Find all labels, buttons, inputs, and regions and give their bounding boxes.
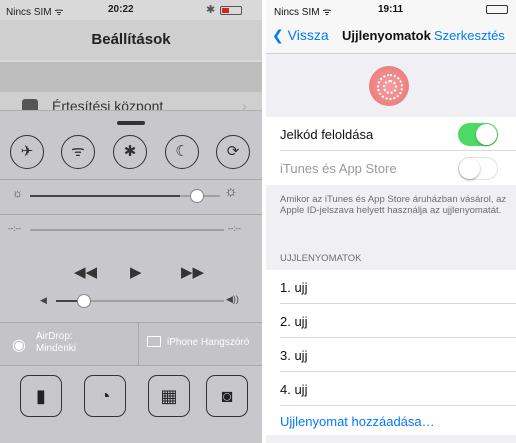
rotation-lock-icon: ⟳ [226, 143, 240, 160]
airplay-label: iPhone Hangszóró [167, 337, 250, 348]
airplay-button[interactable]: iPhone Hangszóró [138, 323, 262, 365]
passcode-unlock-label: Jelkód feloldása [280, 127, 374, 142]
moon-icon: ☾ [175, 143, 189, 160]
divider [0, 179, 262, 180]
fingerprint-icon [369, 66, 409, 106]
passcode-unlock-switch[interactable] [458, 123, 498, 146]
bluetooth-icon: ✱ [123, 143, 137, 160]
page-title: Ujjlenyomatok [342, 28, 431, 43]
finger-label: 1. ujj [280, 280, 308, 295]
section-header: UJJLENYOMATOK [280, 253, 362, 264]
play-button[interactable]: ▶ [130, 263, 142, 281]
playback-scrubber[interactable] [30, 229, 224, 231]
rotation-lock-toggle[interactable]: ⟳ [216, 135, 250, 169]
divider [0, 214, 262, 215]
camera-icon: ◙ [221, 386, 233, 406]
page-title: Beállítások [0, 20, 262, 60]
itunes-app-store-label: iTunes és App Store [280, 161, 397, 176]
carrier-label: Nincs SIM ᯤ [6, 7, 64, 18]
brightness-low-icon: ☼ [12, 186, 23, 200]
battery-icon [486, 5, 508, 14]
volume-knob[interactable] [77, 294, 91, 308]
carrier-label: Nincs SIM ᯤ [274, 7, 332, 18]
itunes-app-store-row: iTunes és App Store [266, 151, 516, 185]
list-item[interactable]: 4. ujj [266, 372, 516, 406]
flashlight-button[interactable]: ▮ [20, 375, 62, 417]
rewind-button[interactable]: ◀◀ [74, 263, 97, 281]
add-fingerprint-button[interactable]: Ujjlenyomat hozzáadása… [266, 406, 516, 436]
wifi-toggle[interactable]: ᯤ [61, 135, 95, 169]
airdrop-button[interactable]: ◉ AirDrop: Mindenki [0, 323, 138, 365]
switch-thumb [476, 124, 497, 145]
back-button[interactable]: ❮ Vissza [272, 27, 329, 44]
passcode-unlock-row: Jelkód feloldása [266, 117, 516, 151]
brightness-track-filled [30, 195, 180, 197]
finger-label: 2. ujj [280, 314, 308, 329]
remaining-time: --:-- [228, 224, 241, 233]
volume-track-empty [82, 300, 224, 302]
battery-icon [220, 6, 242, 15]
airdrop-setting: Mindenki [36, 343, 77, 354]
airplay-icon [147, 336, 161, 347]
divider [0, 365, 262, 366]
footer-note: Amikor az iTunes és App Store áruházban … [280, 194, 507, 216]
back-label: Vissza [287, 27, 329, 43]
finger-label: 3. ujj [280, 348, 308, 363]
brightness-high-icon: ☼ [224, 183, 238, 200]
clock: 19:11 [378, 4, 404, 15]
list-item[interactable]: 1. ujj [266, 270, 516, 304]
itunes-app-store-switch[interactable] [458, 157, 498, 180]
calculator-button[interactable]: ▦ [148, 375, 190, 417]
edit-button[interactable]: Szerkesztés [434, 28, 505, 43]
brightness-knob[interactable] [190, 189, 204, 203]
elapsed-time: --:-- [8, 224, 21, 233]
finger-label: 4. ujj [280, 382, 308, 397]
camera-button[interactable]: ◙ [206, 375, 248, 417]
volume-low-icon: ◀ [40, 295, 47, 305]
airdrop-icon: ◉ [12, 337, 26, 354]
grabber-handle[interactable] [117, 121, 145, 125]
bluetooth-status-icon: ✱ [206, 4, 216, 16]
calculator-icon: ▦ [160, 386, 178, 406]
right-phone-screen: Nincs SIM ᯤ 19:11 ❮ Vissza Ujjlenyomatok… [266, 0, 516, 443]
bluetooth-toggle[interactable]: ✱ [113, 135, 147, 169]
chevron-left-icon: ❮ [272, 27, 284, 43]
list-item[interactable]: 3. ujj [266, 338, 516, 372]
do-not-disturb-toggle[interactable]: ☾ [165, 135, 199, 169]
bottom-spacer [266, 435, 516, 443]
navigation-bar: ❮ Vissza Ujjlenyomatok Szerkesztés [266, 18, 516, 54]
status-bar: Nincs SIM ᯤ 19:11 [266, 0, 516, 18]
status-bar: Nincs SIM ᯤ 20:22 ✱ [0, 0, 262, 20]
airdrop-label: AirDrop: [36, 331, 73, 342]
volume-high-icon: ◀)) [226, 294, 239, 304]
section-spacer [0, 62, 262, 92]
left-phone-screen: Nincs SIM ᯤ 20:22 ✱ Beállítások Értesíté… [0, 0, 262, 443]
list-item[interactable]: 2. ujj [266, 304, 516, 338]
fast-forward-button[interactable]: ▶▶ [181, 263, 204, 281]
switch-thumb [459, 158, 480, 179]
timer-icon: ◔ [99, 386, 111, 406]
add-fingerprint-label: Ujjlenyomat hozzáadása… [280, 414, 435, 429]
airplane-icon: ✈ [20, 143, 34, 160]
wifi-icon: ᯤ [71, 143, 85, 160]
clock: 20:22 [108, 4, 134, 15]
flashlight-icon: ▮ [36, 386, 46, 406]
timer-button[interactable]: ◔ [84, 375, 126, 417]
control-center: ✈ ᯤ ✱ ☾ ⟳ ☼ ☼ --:-- --:-- ◀◀ ▶ ▶▶ ◀ ◀)) … [0, 110, 262, 443]
airplane-mode-toggle[interactable]: ✈ [10, 135, 44, 169]
